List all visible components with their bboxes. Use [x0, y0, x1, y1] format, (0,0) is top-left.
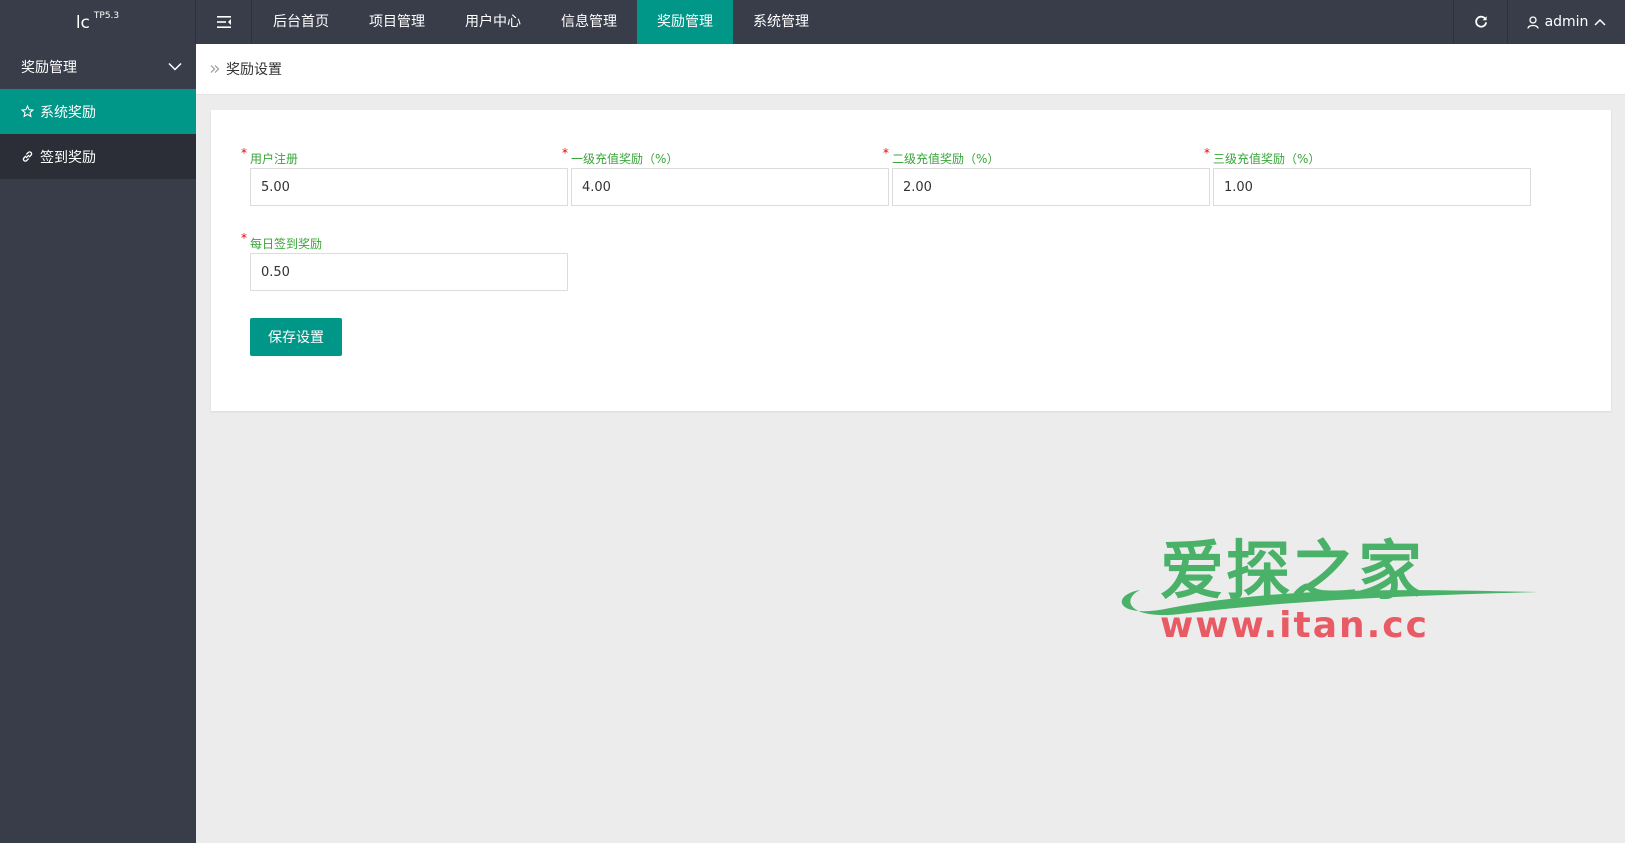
watermark: 爱探之家 www.itan.cc — [1110, 520, 1540, 650]
nav-item-home[interactable]: 后台首页 — [253, 0, 349, 44]
user-register-input-box — [250, 168, 568, 206]
field-user-register: * 用户注册 — [241, 146, 568, 206]
field-label: * 一级充值奖励（%） — [562, 146, 679, 166]
breadcrumb-current: 奖励设置 — [226, 62, 282, 78]
field-level2-recharge: * 二级充值奖励（%） — [883, 146, 1210, 206]
required-mark: * — [241, 146, 247, 160]
sidebar-item-signin-rewards[interactable]: 签到奖励 — [0, 134, 196, 179]
user-name: admin — [1544, 14, 1589, 30]
field-level1-recharge: * 一级充值奖励（%） — [562, 146, 889, 206]
sidebar-group-label: 奖励管理 — [21, 59, 77, 76]
menu-toggle-button[interactable] — [196, 0, 252, 44]
chevron-up-icon — [1594, 18, 1606, 26]
level2-recharge-input[interactable] — [903, 179, 1199, 195]
chevron-down-icon — [168, 62, 182, 71]
link-icon — [22, 151, 33, 162]
logo-text: lc — [75, 13, 90, 33]
required-mark: * — [562, 146, 568, 160]
nav-item-users[interactable]: 用户中心 — [445, 0, 541, 44]
save-settings-button[interactable]: 保存设置 — [250, 318, 342, 356]
nav-item-info[interactable]: 信息管理 — [541, 0, 637, 44]
breadcrumb: 奖励设置 — [196, 44, 1625, 95]
top-bar: lc TP5.3 后台首页 项目管理 用户中心 信息管理 奖励管理 系统管理 a… — [0, 0, 1625, 44]
required-mark: * — [1204, 146, 1210, 160]
menu-fold-icon — [216, 16, 231, 28]
settings-card: * 用户注册 * 一级充值奖励（%） * 二级充值奖励（%） * 三级充值奖励（… — [211, 110, 1611, 411]
field-label: * 每日签到奖励 — [241, 231, 323, 251]
field-label: * 用户注册 — [241, 146, 299, 166]
sidebar-item-label: 系统奖励 — [40, 104, 96, 121]
top-nav: 后台首页 项目管理 用户中心 信息管理 奖励管理 系统管理 — [253, 0, 829, 44]
field-label: * 三级充值奖励（%） — [1204, 146, 1321, 166]
watermark-text-cn: 爱探之家 — [1160, 535, 1424, 609]
user-menu[interactable]: admin — [1507, 0, 1625, 44]
logo-version: TP5.3 — [93, 11, 120, 21]
user-register-input[interactable] — [261, 179, 557, 195]
daily-signin-input[interactable] — [261, 264, 557, 280]
field-label: * 二级充值奖励（%） — [883, 146, 1000, 166]
logo[interactable]: lc TP5.3 — [0, 0, 196, 44]
sidebar-item-system-rewards[interactable]: 系统奖励 — [0, 89, 196, 134]
field-level3-recharge: * 三级充值奖励（%） — [1204, 146, 1531, 206]
level2-recharge-input-box — [892, 168, 1210, 206]
refresh-icon — [1474, 15, 1487, 28]
level1-recharge-input[interactable] — [582, 179, 878, 195]
sidebar-group-rewards[interactable]: 奖励管理 — [0, 44, 196, 89]
refresh-button[interactable] — [1453, 0, 1507, 44]
sidebar: 奖励管理 系统奖励 签到奖励 — [0, 44, 196, 843]
daily-signin-input-box — [250, 253, 568, 291]
star-icon — [21, 105, 34, 118]
nav-item-system[interactable]: 系统管理 — [733, 0, 829, 44]
nav-item-rewards[interactable]: 奖励管理 — [637, 0, 733, 44]
sidebar-item-label: 签到奖励 — [40, 149, 96, 166]
watermark-text-url: www.itan.cc — [1160, 605, 1429, 646]
level1-recharge-input-box — [571, 168, 889, 206]
field-daily-signin: * 每日签到奖励 — [241, 231, 568, 291]
required-mark: * — [883, 146, 889, 160]
user-icon — [1526, 15, 1539, 29]
double-chevron-right-icon — [210, 65, 220, 73]
nav-item-projects[interactable]: 项目管理 — [349, 0, 445, 44]
level3-recharge-input-box — [1213, 168, 1531, 206]
level3-recharge-input[interactable] — [1224, 179, 1520, 195]
required-mark: * — [241, 231, 247, 245]
